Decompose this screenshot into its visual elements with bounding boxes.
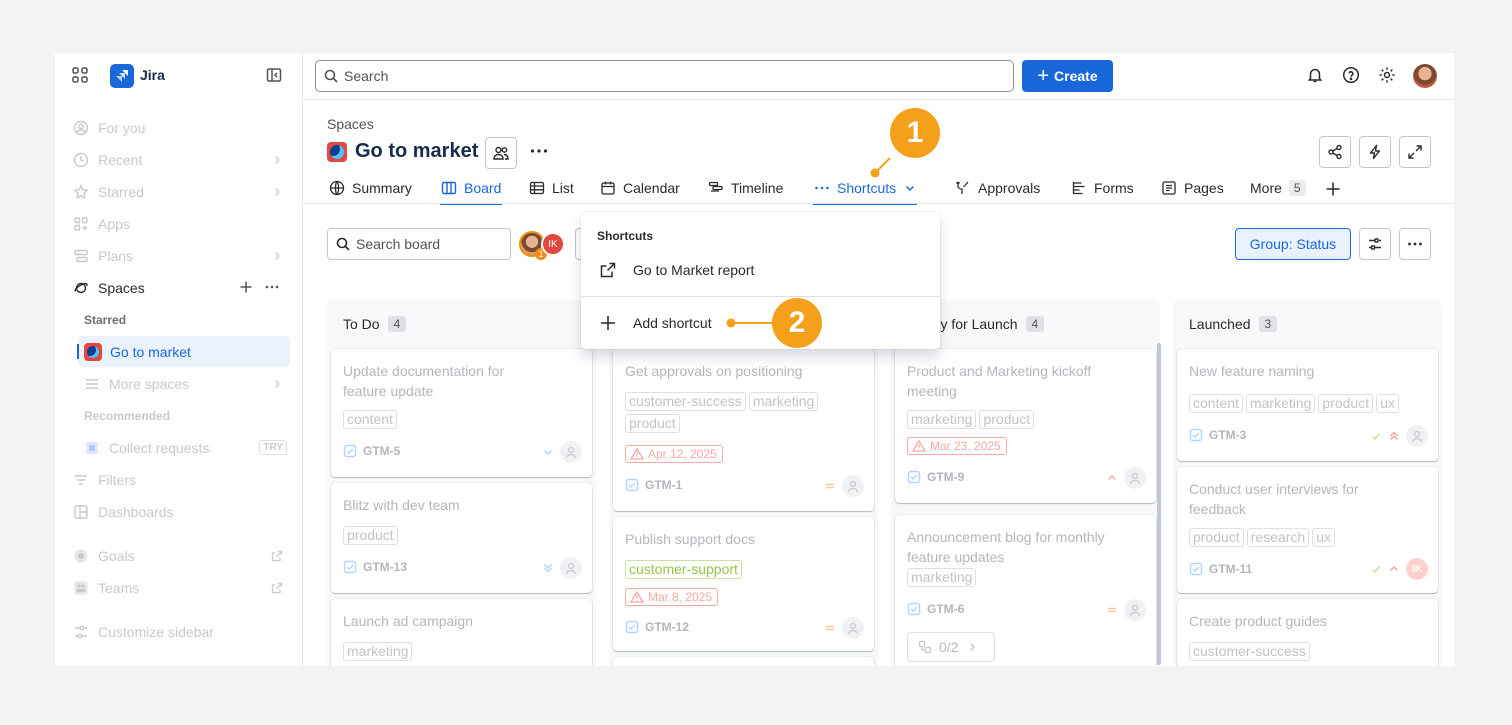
annotation-marker-1: 1 — [890, 108, 940, 158]
annotation-connectors — [726, 157, 891, 328]
annotation-dot-1 — [870, 168, 880, 178]
annotation-dot-2 — [726, 318, 736, 328]
annotation-marker-2: 2 — [772, 298, 822, 348]
